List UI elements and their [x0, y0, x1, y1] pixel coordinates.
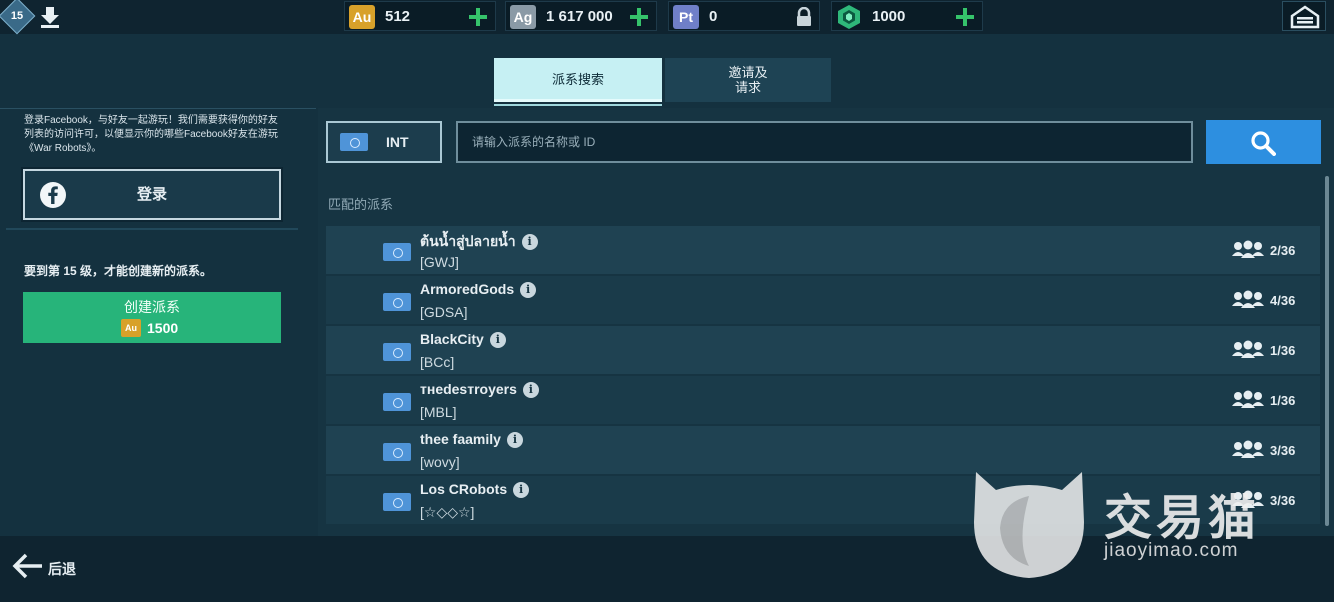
facebook-login-button[interactable]: 登录: [21, 167, 283, 222]
tab-clan-search[interactable]: 派系搜索: [494, 58, 662, 102]
clan-name-row: BlackCity i: [420, 331, 506, 348]
clan-tag: [wovy]: [420, 454, 460, 470]
clan-name-row: ArmoredGods i: [420, 281, 537, 298]
clan-name: thee faamily: [420, 431, 501, 447]
keys-currency: 1000: [831, 1, 983, 31]
members-icon: [1232, 390, 1264, 408]
platinum-icon: Pt: [673, 5, 699, 29]
search-button[interactable]: [1206, 120, 1321, 164]
list-item[interactable]: thee faamily i [wovy] 3/36: [326, 426, 1320, 474]
gold-icon: Au: [121, 319, 141, 337]
info-icon[interactable]: i: [489, 332, 506, 348]
info-icon[interactable]: i: [522, 382, 539, 398]
globe-flag-icon: [383, 243, 411, 261]
clan-name-row: тнеdesтroyers i: [420, 381, 539, 398]
info-icon[interactable]: i: [521, 234, 538, 250]
silver-icon: Ag: [510, 5, 536, 29]
keys-value: 1000: [872, 8, 906, 25]
gold-icon: Au: [349, 5, 375, 29]
key-hex-icon: [838, 5, 860, 29]
top-bar: [0, 0, 1334, 34]
members-count: 1/36: [1270, 343, 1296, 358]
facebook-info-text: 登录Facebook，与好友一起游玩！我们需要获得你的好友列表的访问许可，以便显…: [24, 115, 278, 154]
clan-name-row: thee faamily i: [420, 431, 523, 448]
list-item[interactable]: BlackCity i [BCc] 1/36: [326, 326, 1320, 374]
members-icon: [1232, 440, 1264, 458]
globe-flag-icon: [383, 393, 411, 411]
plus-icon[interactable]: [467, 6, 489, 28]
plus-icon[interactable]: [954, 6, 976, 28]
hangar-icon: [1290, 5, 1320, 29]
clan-tag: [GWJ]: [420, 254, 459, 270]
level-requirement-text: 要到第 15 级，才能创建新的派系。: [24, 264, 213, 278]
matching-clans-label: 匹配的派系: [328, 197, 394, 212]
clan-tag: [MBL]: [420, 404, 457, 420]
clan-name: BlackCity: [420, 331, 484, 347]
members-count: 3/36: [1270, 443, 1296, 458]
globe-flag-icon: [383, 293, 411, 311]
hangar-button[interactable]: [1282, 1, 1326, 31]
clan-name: тнеdesтroyers: [420, 381, 517, 397]
globe-flag-icon: [383, 443, 411, 461]
silver-currency: Ag 1 617 000: [505, 1, 657, 31]
clan-name: ต้นน้ำสู่ปลายน้ำ: [420, 233, 516, 249]
info-icon[interactable]: i: [520, 282, 537, 298]
back-button[interactable]: 后退: [10, 550, 90, 584]
silver-value: 1 617 000: [546, 8, 613, 25]
members-count: 4/36: [1270, 293, 1296, 308]
cat-logo-icon: [974, 472, 1084, 578]
create-cost: Au 1500: [121, 319, 178, 337]
list-item[interactable]: ArmoredGods i [GDSA] 4/36: [326, 276, 1320, 324]
region-selector-button[interactable]: INT: [326, 121, 442, 163]
info-icon[interactable]: i: [513, 482, 530, 498]
members-icon: [1232, 240, 1264, 258]
clan-name: ArmoredGods: [420, 281, 515, 297]
create-cost-value: 1500: [147, 320, 179, 336]
watermark-brand: 交易猫: [1104, 492, 1261, 545]
create-clan-label: 创建派系: [124, 299, 180, 315]
members-icon: [1232, 290, 1264, 308]
globe-flag-icon: [383, 343, 411, 361]
platinum-currency: Pt 0: [668, 1, 820, 31]
download-arrow-icon[interactable]: [38, 5, 62, 29]
platinum-value: 0: [709, 8, 718, 25]
region-label: INT: [386, 134, 409, 150]
clan-tag: [GDSA]: [420, 304, 468, 320]
tab-invites-requests[interactable]: 邀请及 请求: [665, 58, 831, 102]
watermark-url: jiaoyimao.com: [1104, 540, 1239, 561]
gold-value: 512: [385, 8, 411, 25]
login-label: 登录: [136, 186, 167, 203]
back-arrow-icon: [12, 553, 42, 579]
info-icon[interactable]: i: [506, 432, 523, 448]
gold-currency: Au 512: [344, 1, 496, 31]
clan-tag: [☆◇◇☆]: [420, 504, 475, 520]
plus-icon[interactable]: [628, 6, 650, 28]
globe-flag-icon: [383, 493, 411, 511]
members-count: 2/36: [1270, 243, 1296, 258]
members-count: 1/36: [1270, 393, 1296, 408]
list-scrollbar[interactable]: [1325, 176, 1329, 526]
search-icon: [1251, 131, 1276, 156]
list-item[interactable]: тнеdesтroyers i [MBL] 1/36: [326, 376, 1320, 424]
globe-flag-icon: [340, 133, 368, 151]
create-clan-button[interactable]: 创建派系 Au 1500: [23, 292, 281, 343]
members-icon: [1232, 340, 1264, 358]
tab-underline: [494, 104, 662, 106]
clan-name-row: Los CRobots i: [420, 481, 530, 498]
members-count: 3/36: [1270, 493, 1296, 508]
left-divider: [6, 228, 298, 230]
clan-name: Los CRobots: [420, 481, 508, 497]
list-item[interactable]: ต้นน้ำสู่ปลายน้ำ i [GWJ] 2/36: [326, 226, 1320, 274]
clan-tag: [BCc]: [420, 354, 455, 370]
back-label: 后退: [48, 561, 76, 577]
lock-icon: [797, 7, 811, 26]
clan-search-input[interactable]: [456, 121, 1193, 163]
player-level: 15: [10, 10, 24, 22]
clan-name-row: ต้นน้ำสู่ปลายน้ำ i: [420, 231, 538, 253]
